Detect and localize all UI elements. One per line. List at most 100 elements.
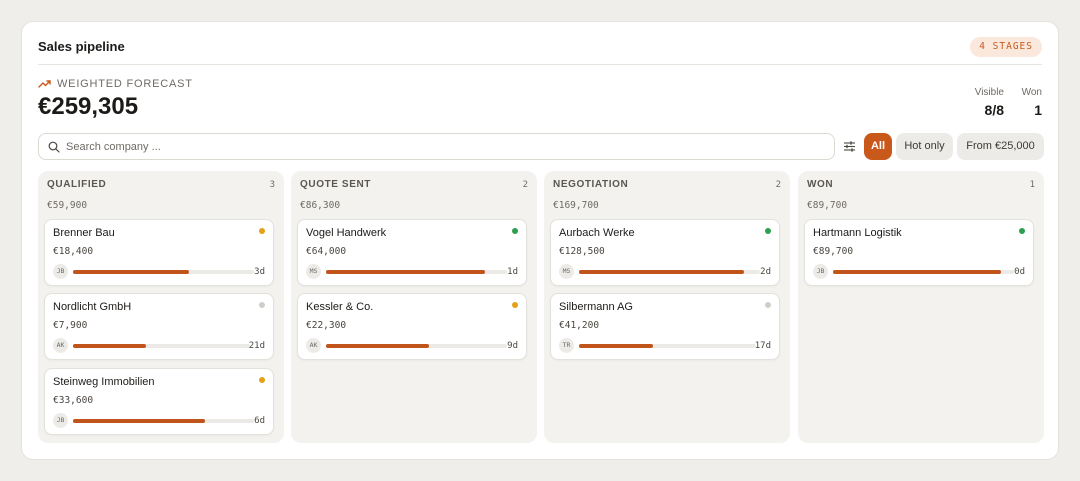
pipeline-panel: Sales pipeline 4 STAGES WEIGHTED FORECAS…: [21, 21, 1059, 460]
stat-won: Won 1: [1022, 87, 1042, 118]
deal-value: €33,600: [53, 395, 94, 406]
stat-won-label: Won: [1021, 87, 1042, 98]
deal-card[interactable]: Nordlicht GmbH €7,900 AK 21d: [44, 293, 274, 360]
status-dot-icon: [765, 228, 771, 234]
status-dot-icon: [512, 228, 518, 234]
column-title: QUOTE SENT: [300, 179, 372, 190]
column-negotiation: NEGOTIATION 2 €169,700 Aurbach Werke €128,50…: [544, 171, 790, 443]
page-title: Sales pipeline: [38, 39, 125, 54]
progress-track: [833, 270, 1014, 274]
deal-age: 3d: [254, 267, 265, 277]
deal-value: €89,700: [813, 246, 854, 257]
deal-company: Silbermann AG: [559, 301, 633, 313]
deal-company: Steinweg Immobilien: [53, 376, 155, 388]
progress-track: [73, 344, 250, 348]
stat-visible: Visible 8/8: [975, 87, 1004, 118]
progress-fill: [579, 344, 653, 348]
status-dot-icon: [259, 302, 265, 308]
deal-age: 9d: [507, 341, 518, 351]
progress-track: [73, 419, 254, 423]
filter-hot-only[interactable]: Hot only: [896, 133, 953, 160]
progress-track: [326, 270, 507, 274]
owner-avatar: MS: [306, 264, 321, 279]
progress-track: [73, 270, 254, 274]
deal-card[interactable]: Brenner Bau €18,400 JB 3d: [44, 219, 274, 286]
column-count: 2: [775, 180, 781, 190]
deal-company: Hartmann Logistik: [813, 227, 902, 239]
column-total: €89,700: [807, 200, 848, 211]
column-count: 2: [522, 180, 528, 190]
filter-all[interactable]: All: [864, 133, 892, 160]
status-dot-icon: [259, 228, 265, 234]
stat-visible-value: 8/8: [984, 102, 1004, 118]
progress-track: [326, 344, 507, 348]
owner-avatar: JB: [53, 413, 68, 428]
progress-fill: [833, 270, 1001, 274]
search-icon: [48, 141, 60, 153]
progress-fill: [326, 270, 485, 274]
deal-card[interactable]: Silbermann AG €41,200 TR 17d: [550, 293, 780, 360]
deal-card[interactable]: Hartmann Logistik €89,700 JB 0d: [804, 219, 1034, 286]
deal-card[interactable]: Kessler & Co. €22,300 AK 9d: [297, 293, 527, 360]
forecast-value: €259,305: [38, 93, 139, 120]
deal-value: €64,000: [306, 246, 347, 257]
sliders-icon[interactable]: [842, 139, 857, 154]
owner-avatar: JB: [813, 264, 828, 279]
deal-card[interactable]: Aurbach Werke €128,500 MS 2d: [550, 219, 780, 286]
owner-avatar: MS: [559, 264, 574, 279]
search-box[interactable]: [38, 133, 835, 160]
column-total: €169,700: [553, 200, 599, 211]
deal-value: €7,900: [53, 320, 88, 331]
column-title: QUALIFIED: [47, 179, 107, 190]
column-won: WON 1 €89,700 Hartmann Logistik €89,700 JB 0d: [798, 171, 1044, 443]
deal-age: 21d: [248, 341, 265, 351]
status-dot-icon: [259, 377, 265, 383]
progress-fill: [73, 344, 146, 348]
deal-value: €41,200: [559, 320, 600, 331]
column-count: 1: [1029, 180, 1035, 190]
owner-avatar: AK: [53, 338, 68, 353]
deal-age: 1d: [507, 267, 518, 277]
status-dot-icon: [765, 302, 771, 308]
stages-badge: 4 STAGES: [970, 37, 1042, 57]
deal-value: €22,300: [306, 320, 347, 331]
column-title: WON: [807, 179, 834, 190]
deal-company: Aurbach Werke: [559, 227, 635, 239]
status-dot-icon: [1019, 228, 1025, 234]
trend-up-icon: [38, 80, 51, 88]
forecast-label-text: WEIGHTED FORECAST: [57, 78, 193, 90]
progress-fill: [579, 270, 744, 274]
deal-company: Brenner Bau: [53, 227, 115, 239]
search-input[interactable]: [66, 140, 806, 153]
deal-company: Nordlicht GmbH: [53, 301, 132, 313]
column-total: €59,900: [47, 200, 88, 211]
deal-value: €128,500: [559, 246, 605, 257]
column-count: 3: [269, 180, 275, 190]
deal-card[interactable]: Steinweg Immobilien €33,600 JB 6d: [44, 368, 274, 435]
column-total: €86,300: [300, 200, 341, 211]
forecast-label: WEIGHTED FORECAST: [38, 78, 193, 90]
progress-track: [579, 344, 756, 348]
owner-avatar: JB: [53, 264, 68, 279]
deal-age: 2d: [760, 267, 771, 277]
stat-won-value: 1: [1034, 102, 1042, 118]
deal-company: Vogel Handwerk: [306, 227, 387, 239]
column-qualified: QUALIFIED 3 €59,900 Brenner Bau €18,400 JB 3d N…: [38, 171, 284, 443]
deal-company: Kessler & Co.: [306, 301, 374, 313]
column-title: NEGOTIATION: [553, 179, 629, 190]
owner-avatar: TR: [559, 338, 574, 353]
owner-avatar: AK: [306, 338, 321, 353]
progress-track: [579, 270, 760, 274]
progress-fill: [73, 270, 189, 274]
panel-header: Sales pipeline 4 STAGES: [38, 36, 1042, 65]
progress-fill: [73, 419, 205, 423]
column-quote-sent: QUOTE SENT 2 €86,300 Vogel Handwerk €64,000 M…: [291, 171, 537, 443]
deal-card[interactable]: Vogel Handwerk €64,000 MS 1d: [297, 219, 527, 286]
filter-from-amount[interactable]: From €25,000: [957, 133, 1044, 160]
stat-visible-label: Visible: [974, 87, 1004, 98]
deal-age: 6d: [254, 416, 265, 426]
progress-fill: [326, 344, 429, 348]
deal-age: 0d: [1014, 267, 1025, 277]
deal-age: 17d: [754, 341, 771, 351]
status-dot-icon: [512, 302, 518, 308]
